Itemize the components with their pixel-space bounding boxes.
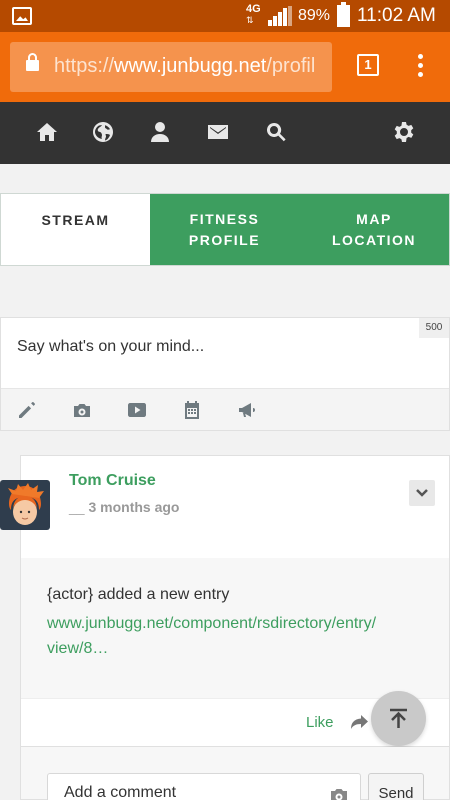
share-icon[interactable]	[349, 712, 369, 732]
mail-icon[interactable]	[206, 120, 230, 144]
tab-fitness-profile-label: FITNESS PROFILE	[189, 209, 260, 251]
pencil-icon[interactable]	[17, 400, 37, 420]
lock-icon	[26, 53, 39, 71]
gallery-notification-icon	[12, 7, 32, 25]
address-bar[interactable]: https://www.junbugg.net/profil	[10, 42, 332, 92]
overflow-menu-icon[interactable]	[418, 54, 424, 80]
calendar-icon[interactable]	[182, 400, 202, 420]
search-icon[interactable]	[264, 120, 288, 144]
status-bar: 4G ⇅ 89% 11:02 AM	[0, 0, 450, 32]
tab-map-location-label: MAP LOCATION	[332, 209, 416, 251]
character-limit: 500	[419, 318, 449, 338]
url-scheme: https://	[54, 55, 115, 77]
home-icon[interactable]	[35, 120, 59, 144]
megaphone-icon[interactable]	[237, 400, 257, 420]
arrow-up-icon	[390, 708, 407, 728]
status-composer: 500 Say what's on your mind...	[0, 317, 450, 431]
avatar[interactable]	[0, 480, 50, 530]
like-button[interactable]: Like	[306, 714, 334, 731]
back-to-top-button[interactable]	[371, 691, 426, 746]
send-button[interactable]: Send	[368, 773, 424, 800]
comment-input[interactable]	[47, 773, 361, 800]
chevron-down-icon	[416, 489, 428, 497]
camera-icon[interactable]	[72, 400, 92, 420]
browser-toolbar: https://www.junbugg.net/profil 1	[0, 32, 450, 102]
profile-tabs: STREAM FITNESS PROFILE MAP LOCATION	[0, 193, 450, 266]
signal-strength-icon	[268, 6, 294, 26]
status-input[interactable]: Say what's on your mind...	[17, 338, 204, 356]
tab-stream[interactable]: STREAM	[1, 194, 150, 265]
url-host: www.junbugg.net	[114, 55, 267, 77]
composer-toolbar	[1, 388, 449, 430]
post-options-button[interactable]	[409, 480, 435, 506]
tab-map-line1: MAP	[356, 210, 392, 227]
post-timestamp[interactable]: 3 months ago	[69, 499, 179, 515]
tab-fitness-line1: FITNESS	[189, 210, 260, 227]
data-activity-icon: ⇅	[246, 15, 254, 25]
battery-percentage: 89%	[298, 7, 331, 24]
tab-switcher-button[interactable]: 1	[357, 54, 379, 76]
comment-area: Send	[20, 747, 450, 800]
network-type: 4G	[246, 3, 261, 15]
tab-fitness-profile[interactable]: FITNESS PROFILE	[150, 194, 299, 265]
site-navbar	[0, 102, 450, 164]
post-link-line1: www.junbugg.net/component/rsdirectory/en…	[47, 615, 377, 632]
tab-map-location[interactable]: MAP LOCATION	[299, 194, 449, 265]
gear-icon[interactable]	[392, 120, 416, 144]
post-author[interactable]: Tom Cruise	[69, 472, 156, 490]
tab-map-line2: LOCATION	[331, 231, 417, 248]
user-icon[interactable]	[148, 120, 172, 144]
url-path: /profil	[266, 55, 316, 77]
post-text: {actor} added a new entry	[47, 586, 230, 603]
video-icon[interactable]	[127, 400, 147, 420]
url-text[interactable]: https://www.junbugg.net/profil	[54, 55, 315, 78]
post-link-line2: view/8…	[47, 640, 109, 657]
battery-icon	[337, 2, 350, 27]
clock: 11:02 AM	[357, 5, 436, 26]
post-body: {actor} added a new entry www.junbugg.ne…	[21, 558, 449, 698]
tab-fitness-line2: PROFILE	[188, 231, 261, 248]
post-entry-link[interactable]: www.junbugg.net/component/rsdirectory/en…	[47, 611, 437, 661]
camera-icon[interactable]	[329, 785, 349, 800]
tab-stream-label: STREAM	[41, 212, 110, 228]
globe-icon[interactable]	[91, 120, 115, 144]
